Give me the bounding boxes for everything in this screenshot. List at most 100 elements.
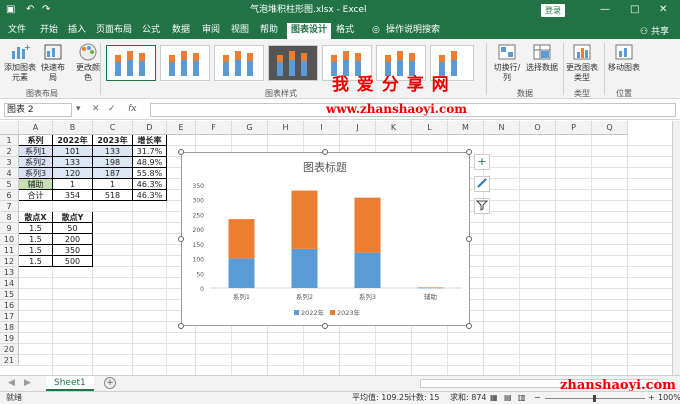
chart-area[interactable]: 图表标题 0 50 100 150 200 250 300 350 系列1 系列2 系列3 辅助 2022… (181, 152, 470, 326)
column-header[interactable]: J (340, 121, 376, 135)
row-header[interactable]: 4 (0, 168, 19, 179)
tab-data[interactable]: 数据 (172, 24, 190, 36)
column-header[interactable]: F (196, 121, 232, 135)
row-header[interactable]: 20 (0, 344, 19, 355)
minimize-button[interactable]: — (600, 3, 610, 17)
resize-handle[interactable] (466, 323, 472, 329)
chart-style-4[interactable] (268, 45, 318, 81)
row-header[interactable]: 14 (0, 278, 19, 289)
table-cell[interactable]: 1.5 (19, 256, 53, 267)
table-cell[interactable]: 1.5 (19, 245, 53, 256)
close-button[interactable]: ✕ (659, 3, 667, 17)
table-header[interactable]: 散点Y (53, 212, 93, 223)
zoom-in-icon[interactable]: + (648, 392, 655, 404)
row-header[interactable]: 16 (0, 300, 19, 311)
table-cell[interactable]: 系列3 (19, 168, 53, 179)
table-cell[interactable]: 46.3% (133, 179, 167, 190)
column-header[interactable]: I (304, 121, 340, 135)
row-header[interactable]: 21 (0, 355, 19, 366)
login-button[interactable]: 登录 (541, 4, 565, 17)
resize-handle[interactable] (178, 236, 184, 242)
maximize-button[interactable]: □ (630, 3, 639, 17)
cancel-icon[interactable]: ✕ (92, 104, 100, 114)
table-cell[interactable]: 1 (53, 179, 93, 190)
chart-style-3[interactable] (214, 45, 264, 81)
resize-handle[interactable] (466, 149, 472, 155)
row-header[interactable]: 11 (0, 245, 19, 256)
table-cell[interactable]: 500 (53, 256, 93, 267)
column-header[interactable]: M (448, 121, 484, 135)
chart-elements-button[interactable]: + (474, 154, 490, 170)
row-header[interactable]: 7 (0, 201, 19, 212)
table-cell[interactable]: 187 (93, 168, 133, 179)
table-cell[interactable]: 133 (53, 157, 93, 168)
tab-page-layout[interactable]: 页面布局 (96, 24, 132, 36)
resize-handle[interactable] (178, 149, 184, 155)
row-header[interactable]: 1 (0, 135, 19, 146)
table-cell[interactable]: 31.7% (133, 146, 167, 157)
redo-icon[interactable]: ↷ (42, 4, 50, 16)
chart-style-2[interactable] (160, 45, 210, 81)
table-cell[interactable]: 50 (53, 223, 93, 234)
table-cell[interactable]: 101 (53, 146, 93, 157)
save-icon[interactable]: ▣ (6, 4, 15, 16)
table-cell[interactable]: 46.3% (133, 190, 167, 201)
table-cell[interactable]: 合计 (19, 190, 53, 201)
chart-styles-button[interactable] (474, 176, 490, 192)
name-box[interactable]: 图表 2 (4, 103, 72, 117)
quick-layout-button[interactable]: 快速布局 (38, 43, 68, 83)
row-header[interactable]: 3 (0, 157, 19, 168)
page-break-view-icon[interactable]: ▥ (518, 392, 526, 404)
table-cell[interactable]: 1.5 (19, 234, 53, 245)
row-header[interactable]: 15 (0, 289, 19, 300)
table-header[interactable]: 系列 (19, 135, 53, 146)
select-all-corner[interactable] (0, 121, 19, 135)
table-cell[interactable]: 200 (53, 234, 93, 245)
move-chart-button[interactable]: 移动图表 (608, 43, 640, 73)
column-header[interactable]: P (556, 121, 592, 135)
table-cell[interactable]: 350 (53, 245, 93, 256)
table-cell[interactable]: 1.5 (19, 223, 53, 234)
resize-handle[interactable] (322, 323, 328, 329)
scroll-right-icon[interactable]: ▶ (24, 378, 31, 388)
tab-home[interactable]: 开始 (40, 24, 58, 36)
column-header[interactable]: L (412, 121, 448, 135)
tab-review[interactable]: 审阅 (202, 24, 220, 36)
chart-filters-button[interactable] (474, 198, 490, 214)
vertical-scrollbar[interactable] (672, 121, 680, 375)
table-cell[interactable]: 518 (93, 190, 133, 201)
row-header[interactable]: 12 (0, 256, 19, 267)
tab-insert[interactable]: 插入 (68, 24, 86, 36)
row-header[interactable]: 17 (0, 311, 19, 322)
resize-handle[interactable] (178, 323, 184, 329)
column-header[interactable]: H (268, 121, 304, 135)
enter-icon[interactable]: ✓ (108, 104, 116, 114)
column-header[interactable]: D (133, 121, 167, 135)
chart-style-1[interactable] (106, 45, 156, 81)
add-sheet-icon[interactable]: + (104, 377, 116, 389)
switch-row-column-button[interactable]: 切换行/列 (490, 43, 524, 83)
table-header[interactable]: 2023年 (93, 135, 133, 146)
column-header[interactable]: A (19, 121, 53, 135)
sheet-tab-sheet1[interactable]: Sheet1 (46, 376, 94, 391)
tab-view[interactable]: 视图 (231, 24, 249, 36)
column-header[interactable]: G (232, 121, 268, 135)
table-header[interactable]: 增长率 (133, 135, 167, 146)
row-header[interactable]: 8 (0, 212, 19, 223)
share-button[interactable]: ⚇ 共享 (640, 24, 669, 37)
table-cell[interactable]: 198 (93, 157, 133, 168)
row-header[interactable]: 9 (0, 223, 19, 234)
scroll-left-icon[interactable]: ◀ (8, 378, 15, 388)
fx-icon[interactable]: fx (128, 104, 137, 114)
table-cell[interactable]: 133 (93, 146, 133, 157)
change-colors-button[interactable]: 更改颜色 (74, 43, 102, 83)
undo-icon[interactable]: ↶ (26, 4, 34, 16)
table-cell[interactable]: 48.9% (133, 157, 167, 168)
tell-me-search[interactable]: 操作说明搜索 (386, 24, 440, 36)
select-data-button[interactable]: 选择数据 (526, 43, 558, 73)
change-chart-type-button[interactable]: 更改图表类型 (566, 43, 598, 83)
table-header[interactable]: 2022年 (53, 135, 93, 146)
zoom-slider-thumb[interactable] (593, 395, 596, 402)
table-cell[interactable]: 辅助 (19, 179, 53, 190)
tab-format[interactable]: 格式 (336, 24, 354, 36)
